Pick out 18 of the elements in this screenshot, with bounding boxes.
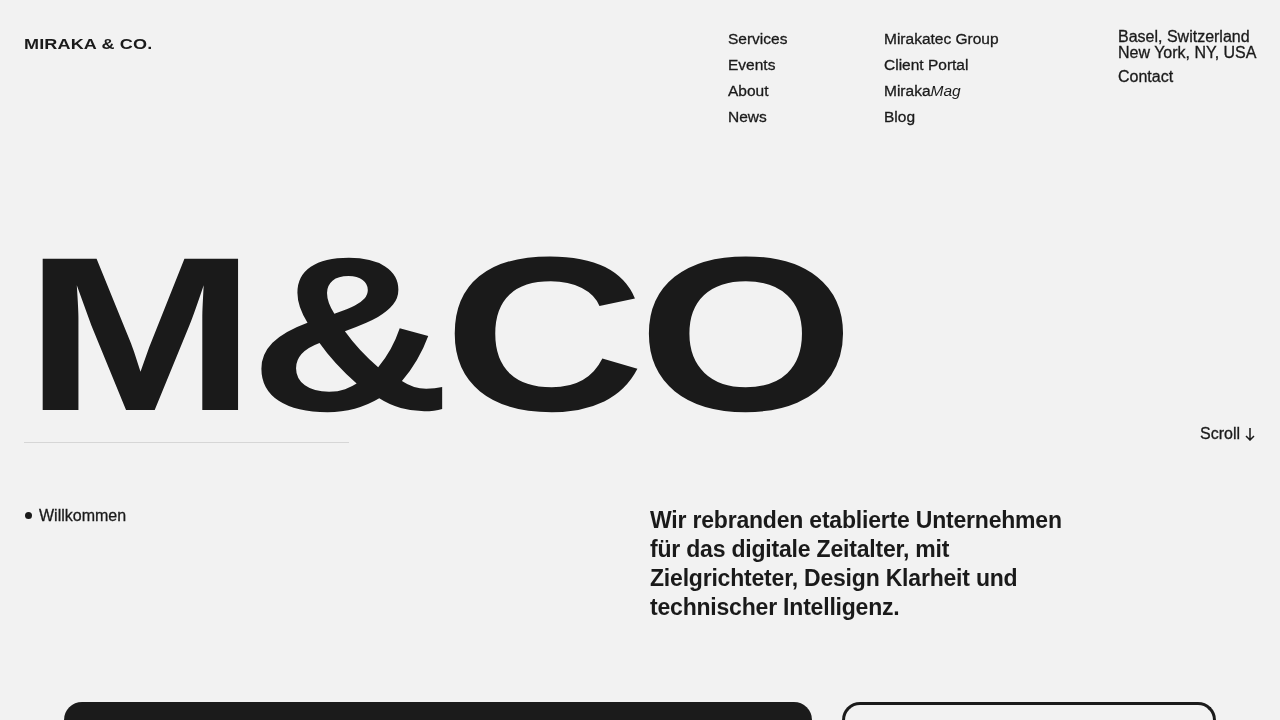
nav-link[interactable]: Client Portal <box>884 52 969 78</box>
tagline-text: Wir rebranden etablierte Unternehmen für das digitale Zeitalter, mit Zielgrichteter, Design Klarheit und technischer Intelligenz. <box>650 506 1063 622</box>
nav-link[interactable]: MirakaMag <box>884 78 961 104</box>
arrow-down-icon <box>1245 427 1255 441</box>
brand-logo[interactable]: MIRAKA & CO. <box>24 36 153 52</box>
nav-link[interactable]: About <box>728 78 769 104</box>
hero-wordmark: M&CO <box>24 246 848 422</box>
nav-link[interactable]: Mirakatec Group <box>884 26 999 52</box>
nav-link[interactable]: Services <box>728 26 788 52</box>
location-text: New York, NY, USA <box>1118 45 1257 61</box>
nav-link[interactable]: News <box>728 104 767 130</box>
nav-link[interactable]: Events <box>728 52 776 78</box>
nav-link[interactable]: Blog <box>884 104 916 130</box>
scroll-link[interactable]: Scroll <box>1200 422 1255 446</box>
location-text: Basel, Switzerland <box>1118 29 1250 45</box>
contact-link[interactable]: Contact <box>1118 69 1174 85</box>
section-label: Willkommen <box>39 506 127 525</box>
bullet-dot-icon <box>25 512 32 519</box>
